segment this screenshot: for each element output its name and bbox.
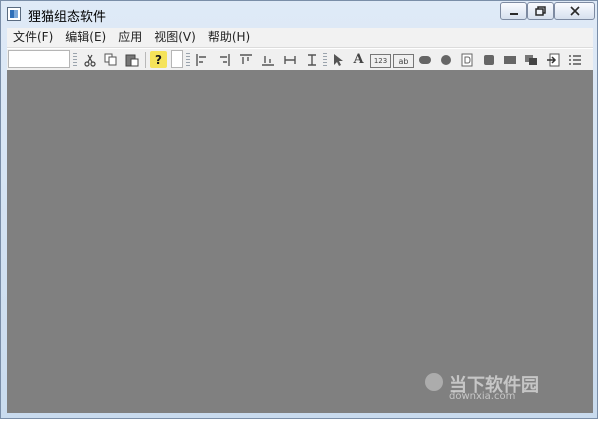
- align-right-icon: [219, 53, 230, 66]
- menu-bar: 文件(F) 编辑(E) 应用 视图(V) 帮助(H): [7, 28, 593, 48]
- same-width-button[interactable]: [281, 51, 298, 68]
- toolbar-grip[interactable]: [186, 53, 190, 67]
- rounded-rect-tool-button[interactable]: [416, 51, 433, 68]
- menu-apply[interactable]: 应用: [112, 28, 148, 47]
- cut-button[interactable]: [81, 51, 98, 68]
- watermark-logo-icon: [425, 373, 443, 391]
- close-icon: [569, 6, 580, 16]
- restore-icon: [534, 6, 546, 16]
- title-bar: 狸猫组态软件: [1, 1, 597, 28]
- toolbar-field[interactable]: [171, 50, 183, 68]
- toolbar-grip[interactable]: [73, 53, 77, 67]
- toolbar: ? A 123 ab: [7, 48, 593, 72]
- rect-tool-button[interactable]: [480, 51, 497, 68]
- align-left-icon: [195, 53, 206, 66]
- minimize-button[interactable]: [500, 2, 527, 20]
- window-title: 狸猫组态软件: [28, 10, 107, 25]
- filled-rect-tool-button[interactable]: [501, 51, 518, 68]
- help-button[interactable]: ?: [150, 51, 167, 68]
- text-tool-button[interactable]: A: [350, 51, 367, 68]
- list-icon: [568, 54, 581, 65]
- select-tool-button[interactable]: [329, 51, 346, 68]
- filled-rect-icon: [503, 55, 516, 64]
- toolbar-combo[interactable]: [8, 50, 70, 68]
- same-height-button[interactable]: [303, 51, 320, 68]
- toolbar-separator: [145, 52, 146, 68]
- paste-button[interactable]: [123, 51, 140, 68]
- import-tool-button[interactable]: [544, 51, 561, 68]
- design-canvas[interactable]: 当下软件园 downxia.com: [7, 70, 593, 413]
- layers-icon: [524, 54, 537, 65]
- minimize-icon: [509, 13, 518, 15]
- list-tool-button[interactable]: [566, 51, 583, 68]
- same-width-icon: [283, 55, 296, 64]
- ellipse-tool-button[interactable]: [437, 51, 454, 68]
- app-icon: [7, 7, 21, 21]
- watermark: 当下软件园 downxia.com: [425, 371, 575, 405]
- app-window: 狸猫组态软件 文件(F) 编辑(E) 应用 视图(V) 帮助(H) ? A 12…: [0, 0, 598, 419]
- button-tool-button[interactable]: [458, 51, 475, 68]
- pointer-icon: [333, 53, 343, 66]
- import-icon: [546, 53, 559, 66]
- align-top-icon: [239, 53, 252, 64]
- copy-icon: [104, 53, 116, 65]
- square-icon: [483, 54, 494, 65]
- copy-button[interactable]: [102, 51, 119, 68]
- close-button[interactable]: [554, 2, 595, 20]
- align-bottom-icon: [261, 55, 274, 66]
- menu-edit[interactable]: 编辑(E): [59, 28, 112, 47]
- menu-help[interactable]: 帮助(H): [202, 28, 256, 47]
- watermark-url: downxia.com: [449, 391, 516, 402]
- edit-text-tool-button[interactable]: ab: [393, 54, 414, 68]
- align-top-button[interactable]: [237, 51, 254, 68]
- align-left-button[interactable]: [193, 51, 210, 68]
- align-bottom-button[interactable]: [259, 51, 276, 68]
- paste-icon: [125, 54, 138, 66]
- same-height-icon: [307, 53, 316, 66]
- button-icon: [461, 53, 472, 66]
- cut-icon: [83, 54, 96, 67]
- ellipse-icon: [440, 54, 451, 65]
- align-right-button[interactable]: [215, 51, 232, 68]
- toolbar-grip[interactable]: [323, 53, 327, 67]
- group-tool-button[interactable]: [522, 51, 539, 68]
- maximize-button[interactable]: [527, 2, 554, 20]
- menu-view[interactable]: 视图(V): [148, 28, 202, 47]
- rounded-rect-icon: [418, 55, 431, 64]
- number-tool-button[interactable]: 123: [370, 54, 391, 68]
- menu-file[interactable]: 文件(F): [7, 28, 59, 47]
